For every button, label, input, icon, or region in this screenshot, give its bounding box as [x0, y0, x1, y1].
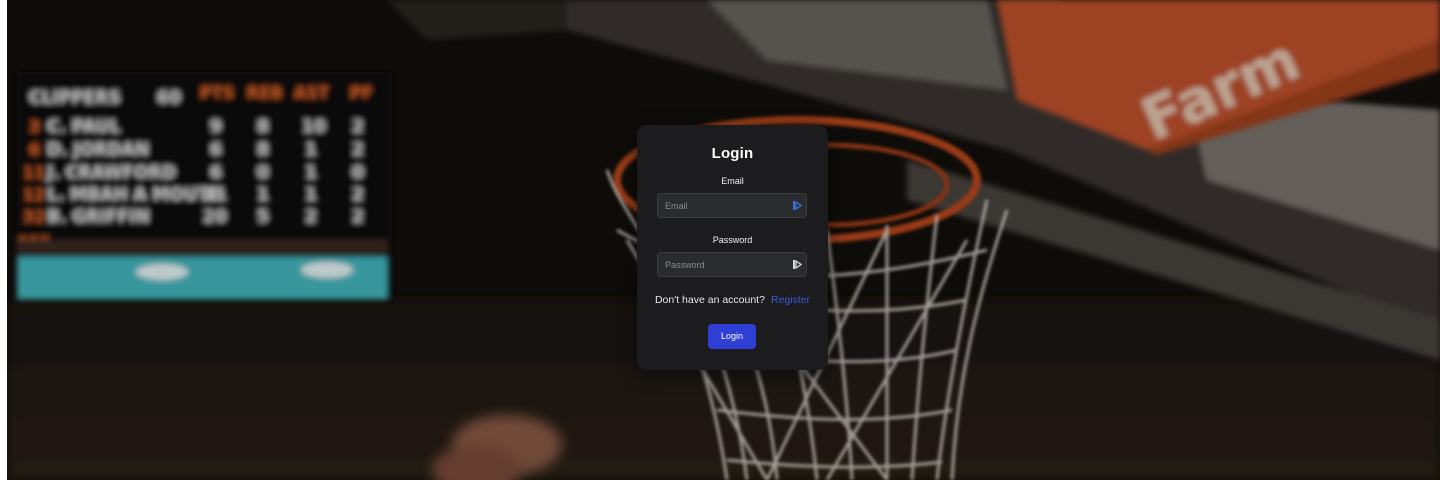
email-field[interactable]	[657, 193, 807, 218]
login-button[interactable]: Login	[708, 324, 756, 349]
login-card: Login Email Password Don't have an accou…	[637, 125, 828, 370]
autofill-key-icon[interactable]	[792, 259, 802, 270]
email-label: Email	[721, 176, 744, 186]
password-field[interactable]	[657, 252, 807, 277]
no-account-text: Don't have an account?	[654, 294, 765, 306]
register-prompt: Don't have an account? Register	[637, 294, 828, 307]
password-label: Password	[712, 235, 753, 245]
register-link[interactable]: Register	[771, 294, 810, 306]
login-title: Login	[711, 145, 754, 162]
email-input[interactable]	[658, 194, 788, 217]
password-input[interactable]	[658, 253, 788, 276]
background-photo: Farm CLIPPERS 60 C. PAUL D. JORDAN J. CR…	[7, 0, 1440, 480]
autofill-key-icon[interactable]	[792, 200, 802, 211]
